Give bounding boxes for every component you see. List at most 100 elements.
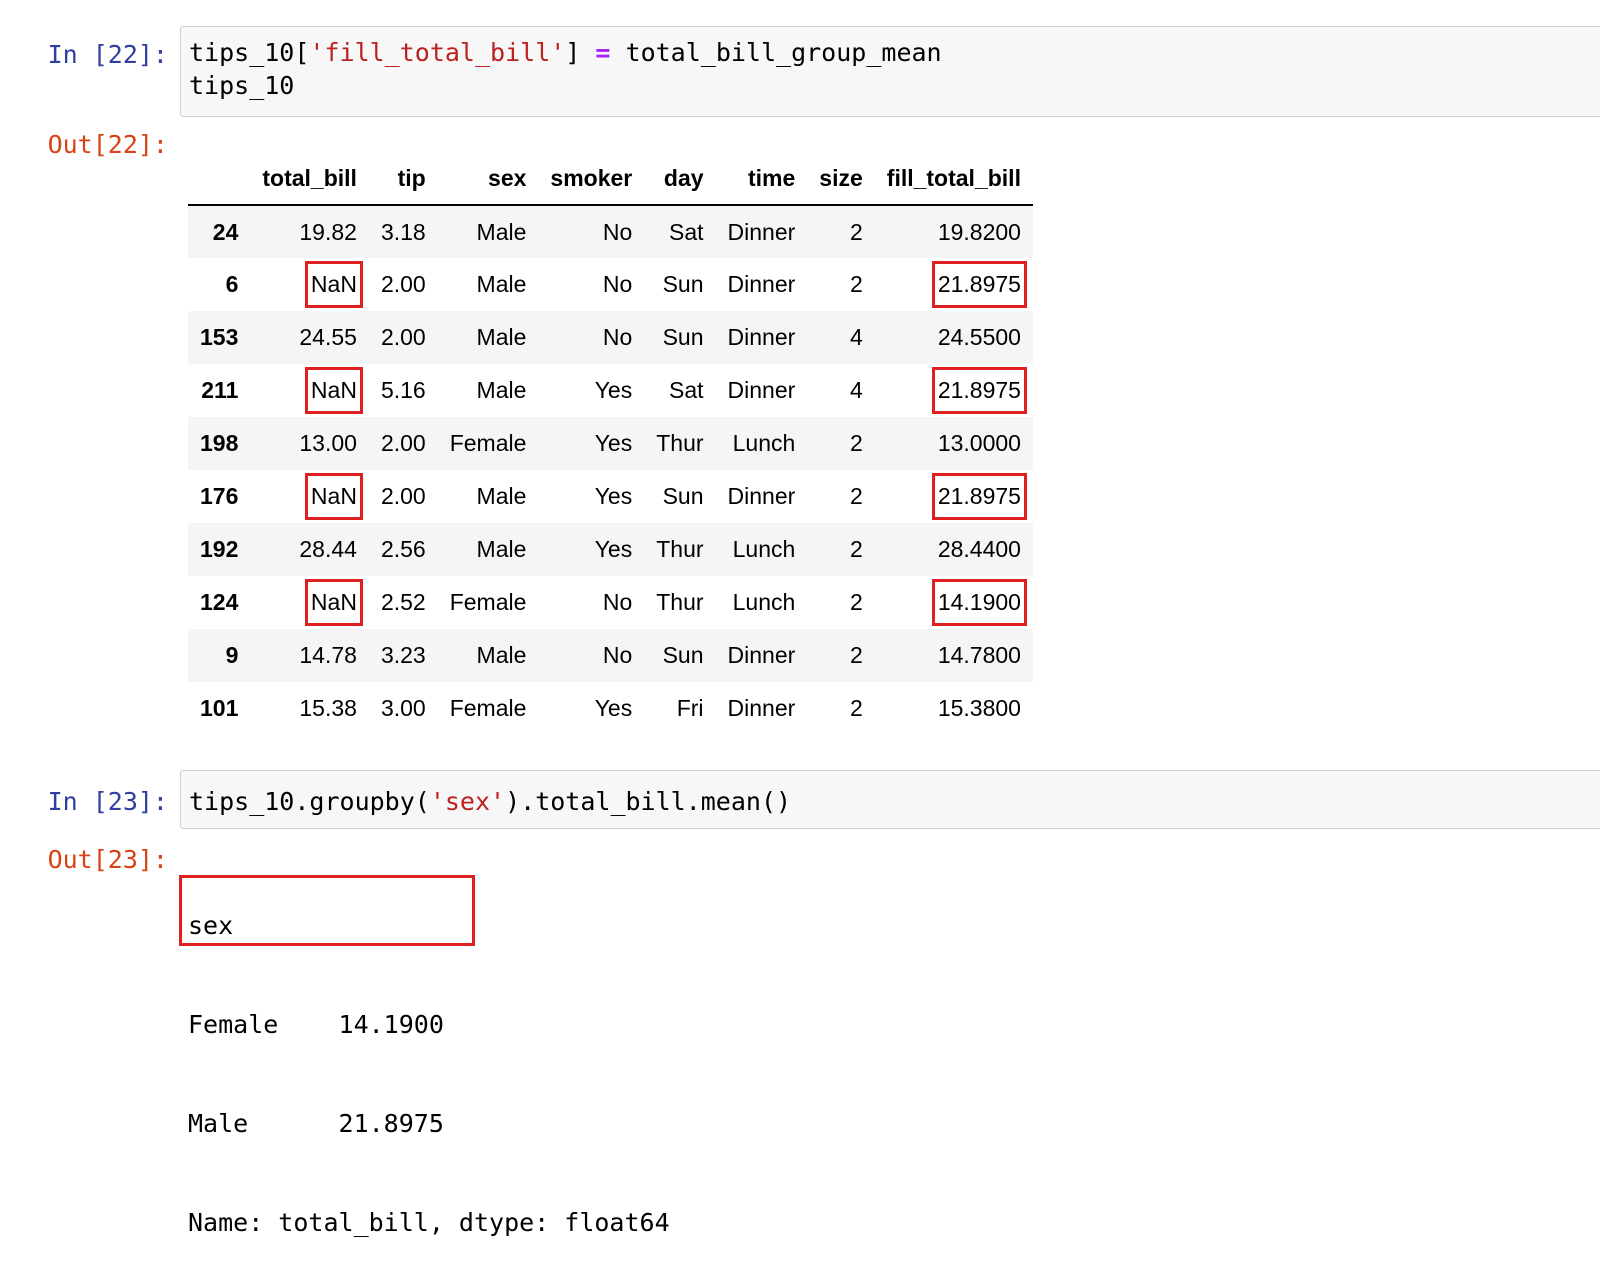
table-cell: 2.56: [380, 536, 426, 562]
row-index: 153: [200, 324, 239, 350]
table-cell: 2: [849, 430, 863, 456]
table-cell: 3.00: [380, 695, 426, 721]
table-cell: Thur: [656, 430, 704, 456]
row-index: 211: [201, 377, 239, 403]
table-cell: Thur: [656, 536, 704, 562]
table-cell: Dinner: [727, 642, 796, 668]
table-cell: No: [602, 218, 633, 245]
table-cell: Male: [476, 271, 527, 297]
table-cell: 2.52: [380, 589, 426, 615]
out-prompt-23: Out[23]:: [47, 845, 168, 874]
table-row: 211 NaN 5.16 Male Yes Sat Dinner 4 21.8975: [188, 364, 1033, 417]
series-highlight-box: [179, 875, 475, 946]
column-header-total-bill: total_bill: [250, 152, 369, 206]
table-cell: Male: [476, 218, 527, 245]
table-cell: 2: [849, 271, 863, 297]
table-cell: 2: [849, 642, 863, 668]
table-cell: Dinner: [727, 483, 796, 509]
column-header-fill-total-bill: fill_total_bill: [874, 152, 1033, 206]
row-index: 101: [200, 695, 239, 721]
table-cell: Dinner: [727, 695, 796, 721]
table-cell: Yes: [594, 483, 633, 509]
table-cell: Dinner: [727, 218, 796, 245]
table-cell: 14.1900: [875, 576, 1033, 629]
row-index: 6: [225, 271, 239, 297]
highlighted-value: 21.8975: [931, 367, 1027, 414]
table-cell: No: [602, 642, 633, 668]
column-header-sex: sex: [437, 152, 539, 206]
table-cell: Sat: [669, 377, 704, 403]
code-token: ]: [565, 38, 596, 67]
table-cell: Yes: [594, 430, 633, 456]
table-cell: 2.00: [380, 271, 426, 297]
series-footer: Name: total_bill, dtype: float64: [188, 1208, 670, 1237]
table-cell: Fri: [676, 695, 704, 721]
table-row: 153 24.55 2.00 Male No Sun Dinner 4 24.5500: [188, 311, 1033, 364]
row-index: 24: [212, 218, 239, 245]
series-line-male: Male 21.8975: [188, 1109, 444, 1138]
highlighted-value: NaN: [304, 579, 363, 626]
row-index: 9: [225, 642, 239, 668]
row-index: 176: [200, 483, 239, 509]
table-cell: 28.44: [299, 536, 357, 562]
row-index: 198: [200, 430, 239, 456]
table-cell: NaN: [250, 576, 369, 629]
table-cell: Male: [476, 324, 527, 350]
table-cell: Lunch: [732, 430, 796, 456]
table-cell: 13.00: [299, 430, 357, 456]
table-cell: 4: [849, 324, 863, 350]
table-cell: Female: [449, 695, 527, 721]
dataframe-body: 24 19.82 3.18 Male No Sat Dinner 2 19.8200 6 NaN 2.…: [188, 205, 1033, 735]
table-cell: Yes: [594, 377, 633, 403]
table-cell: Male: [476, 642, 527, 668]
code-token: tips_10.groupby(: [189, 787, 430, 816]
table-cell: Lunch: [732, 536, 796, 562]
table-cell: 2: [849, 695, 863, 721]
table-cell: 2: [849, 218, 863, 245]
column-header-tip: tip: [368, 152, 438, 206]
code-token: tips_10[: [189, 38, 310, 67]
highlighted-value: 14.1900: [931, 579, 1027, 626]
table-cell: 24.5500: [937, 324, 1021, 350]
table-cell: 5.16: [380, 377, 426, 403]
table-row: 101 15.38 3.00 Female Yes Fri Dinner 2 15.3800: [188, 682, 1033, 735]
table-cell: Male: [476, 483, 527, 509]
table-row: 124 NaN 2.52 Female No Thur Lunch 2 14.1900: [188, 576, 1033, 629]
table-cell: NaN: [250, 258, 369, 311]
table-cell: 3.23: [380, 642, 426, 668]
table-cell: 21.8975: [875, 470, 1033, 523]
table-cell: 19.8200: [937, 218, 1021, 245]
table-cell: Dinner: [727, 324, 796, 350]
column-header-smoker: smoker: [538, 152, 645, 206]
table-cell: NaN: [250, 364, 369, 417]
out-prompt-22: Out[22]:: [47, 130, 168, 159]
table-cell: Sun: [662, 483, 704, 509]
row-index: 192: [200, 536, 239, 562]
table-cell: No: [602, 324, 633, 350]
table-row: 6 NaN 2.00 Male No Sun Dinner 2 21.8975: [188, 258, 1033, 311]
code-cell-22[interactable]: tips_10['fill_total_bill'] = total_bill_…: [180, 26, 1600, 117]
dataframe-header: total_bill tip sex smoker day time size fill_to…: [188, 152, 1033, 206]
table-cell: No: [602, 589, 633, 615]
table-cell: Yes: [594, 536, 633, 562]
table-cell: Sat: [669, 218, 704, 245]
table-cell: 13.0000: [937, 430, 1021, 456]
table-cell: 4: [849, 377, 863, 403]
row-index: 124: [200, 589, 239, 615]
table-cell: 2.00: [380, 430, 426, 456]
highlighted-value: 21.8975: [931, 261, 1027, 308]
code-cell-23[interactable]: tips_10.groupby('sex').total_bill.mean(): [180, 770, 1600, 829]
table-cell: 2: [849, 536, 863, 562]
table-cell: Sun: [662, 642, 704, 668]
table-cell: Dinner: [727, 377, 796, 403]
table-cell: Sun: [662, 324, 704, 350]
table-cell: 2.00: [380, 324, 426, 350]
table-cell: 2: [849, 483, 863, 509]
table-cell: Yes: [594, 695, 633, 721]
in-prompt-23: In [23]:: [47, 787, 168, 816]
column-header-day: day: [644, 152, 716, 206]
table-cell: 3.18: [380, 218, 426, 245]
table-cell: Dinner: [727, 271, 796, 297]
table-cell: 28.4400: [937, 536, 1021, 562]
table-cell: Sun: [662, 271, 704, 297]
